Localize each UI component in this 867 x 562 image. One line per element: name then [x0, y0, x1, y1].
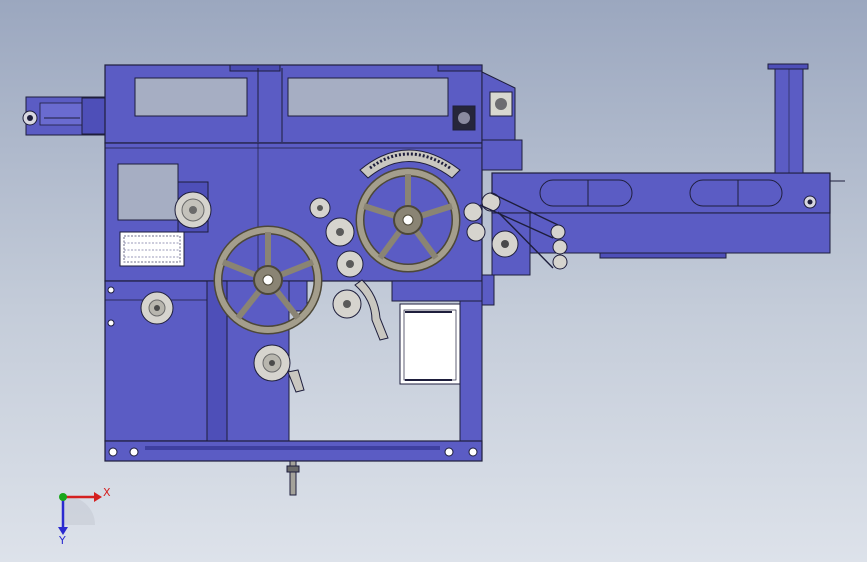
inspection-window-right [287, 77, 449, 117]
small-roller-3 [332, 289, 362, 319]
lower-pulley-left [140, 291, 174, 325]
left-bracket [22, 96, 109, 136]
small-roller-4 [309, 197, 331, 219]
support-rod [286, 460, 300, 496]
waste-box [399, 303, 461, 385]
y-axis-label: Y [58, 534, 66, 547]
origin-marker [59, 493, 67, 501]
control-panel [117, 163, 185, 267]
small-roller-1 [325, 217, 355, 247]
drive-motor [174, 181, 212, 233]
conveyor-section [481, 63, 845, 276]
x-axis-label: X [103, 486, 111, 499]
coordinate-triad: X Y [58, 486, 111, 547]
top-housing [104, 64, 516, 144]
lower-pulley-center [253, 344, 291, 382]
cad-viewport[interactable]: X Y [0, 0, 867, 562]
inspection-window-left [134, 77, 248, 117]
small-roller-2 [336, 250, 364, 278]
